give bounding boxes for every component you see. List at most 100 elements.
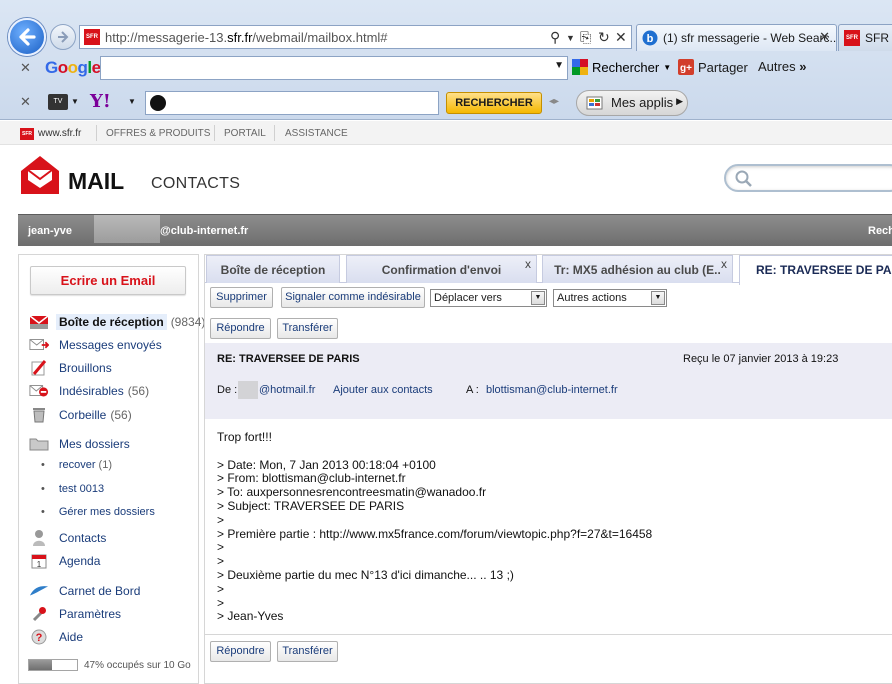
sidebar-item-my-folders[interactable]: Mes dossiers <box>29 434 130 454</box>
sfr-topbar: SFR www.sfr.fr OFFRES & PRODUITS PORTAIL… <box>0 121 892 145</box>
dropdown-icon[interactable]: ▼ <box>128 97 136 106</box>
tab-send-confirmation[interactable]: Confirmation d'envoi x <box>346 255 537 283</box>
user-email-prefix: jean-yve <box>28 225 73 237</box>
message-subject: RE: TRAVERSEE DE PARIS <box>217 353 360 365</box>
search-link[interactable]: Rech <box>868 225 892 237</box>
sfr-logo[interactable]: SFR <box>20 128 34 140</box>
calendar-icon: 1 <box>29 552 49 570</box>
other-actions-select[interactable]: Autres actions ▼ <box>553 289 667 307</box>
delete-button[interactable]: Supprimer <box>210 287 273 308</box>
close-toolbar-icon[interactable]: ✕ <box>20 94 31 110</box>
tab-inbox[interactable]: Boîte de réception <box>206 255 340 283</box>
from-label: De : <box>217 384 238 396</box>
refresh-icon[interactable]: ↻ <box>598 29 610 46</box>
forward-button-bottom[interactable]: Transférer <box>277 641 338 662</box>
browser-tab-label: (1) sfr messagerie - Web Searc... <box>663 31 837 45</box>
sidebar-item-contacts[interactable]: Contacts <box>29 528 106 548</box>
dropdown-icon[interactable]: ▼ <box>554 60 564 71</box>
message-date: Reçu le 07 janvier 2013 à 19:23 <box>683 353 839 365</box>
google-search-input[interactable]: ▼ <box>100 56 568 80</box>
google-colored-icon <box>572 59 588 75</box>
manage-folders-link[interactable]: • Gérer mes dossiers <box>41 506 155 518</box>
forward-button[interactable]: Transférer <box>277 318 338 339</box>
close-tab-icon[interactable]: ✕ <box>819 29 830 45</box>
logbook-icon <box>29 582 49 600</box>
tab-current-message[interactable]: RE: TRAVERSEE DE PARIS <box>739 255 892 285</box>
contacts-nav-link[interactable]: CONTACTS <box>151 175 240 193</box>
portal-link[interactable]: PORTAIL <box>224 128 266 139</box>
reply-button-bottom[interactable]: Répondre <box>210 641 271 662</box>
bing-icon: b <box>642 30 658 46</box>
compat-icon[interactable]: ⎘ <box>580 29 591 46</box>
sidebar-item-trash[interactable]: Corbeille (56) <box>29 405 132 425</box>
tv-icon[interactable]: TV <box>48 94 68 110</box>
contacts-icon <box>29 529 49 547</box>
folder-icon <box>29 435 49 453</box>
divider <box>205 634 892 635</box>
move-to-select[interactable]: Déplacer vers ▼ <box>430 289 547 307</box>
my-apps-button[interactable]: Mes applis ▶ <box>576 90 688 116</box>
quota-bar-fill <box>29 660 52 670</box>
svg-text:1: 1 <box>37 560 42 569</box>
arrow-right-icon <box>58 31 69 43</box>
spam-icon <box>29 382 49 400</box>
report-spam-button[interactable]: Signaler comme indésirable <box>281 287 425 308</box>
divider <box>214 125 215 141</box>
sidebar-item-drafts[interactable]: Brouillons <box>29 358 112 378</box>
compose-button[interactable]: Ecrire un Email <box>30 266 186 295</box>
reply-button[interactable]: Répondre <box>210 318 271 339</box>
sidebar-item-logbook[interactable]: Carnet de Bord <box>29 581 140 601</box>
dropdown-icon[interactable]: ▼ <box>71 97 79 106</box>
sidebar-item-help[interactable]: ? Aide <box>29 627 83 647</box>
back-button[interactable] <box>8 18 46 56</box>
browser-tab[interactable]: b (1) sfr messagerie - Web Searc... ✕ <box>636 24 837 51</box>
address-bar[interactable]: SFR http://messagerie-13.sfr.fr/webmail/… <box>79 25 632 49</box>
sidebar-item-inbox[interactable]: Boîte de réception (9834) <box>29 312 205 332</box>
share-button[interactable]: g+ Partager <box>678 59 748 75</box>
tab-mx5-membership[interactable]: Tr: MX5 adhésion au club (E.. x <box>542 255 733 283</box>
add-contact-link[interactable]: Ajouter aux contacts <box>333 384 433 396</box>
stop-icon[interactable]: ✕ <box>615 29 627 46</box>
close-tab-icon[interactable]: x <box>721 257 727 271</box>
from-address[interactable]: @hotmail.fr <box>259 384 315 396</box>
apps-icon <box>586 96 603 110</box>
mail-logo-icon[interactable] <box>20 155 60 195</box>
sfr-site-link[interactable]: www.sfr.fr <box>38 128 81 139</box>
to-address[interactable]: blottisman@club-internet.fr <box>486 384 618 396</box>
svg-text:b: b <box>647 33 654 45</box>
forward-button[interactable] <box>50 24 76 50</box>
yahoo-search-button[interactable]: RECHERCHER <box>446 92 542 114</box>
sidebar-item-settings[interactable]: Paramètres <box>29 604 121 624</box>
redacted-area <box>238 381 258 399</box>
close-tab-icon[interactable]: x <box>525 257 531 271</box>
yahoo-search-input[interactable] <box>145 91 439 115</box>
trash-icon <box>29 406 49 424</box>
to-label: A : <box>466 384 479 396</box>
more-button[interactable]: Autres » <box>758 59 806 74</box>
sidebar-item-calendar[interactable]: 1 Agenda <box>29 551 100 571</box>
mail-search-input[interactable] <box>724 164 892 192</box>
close-toolbar-icon[interactable]: ✕ <box>20 60 31 76</box>
dropdown-icon[interactable]: ▼ <box>566 33 575 43</box>
sidebar-item-spam[interactable]: Indésirables (56) <box>29 381 149 401</box>
sent-icon <box>29 336 49 354</box>
assistance-link[interactable]: ASSISTANCE <box>285 128 348 139</box>
google-toolbar: ✕ Google ▼ Rechercher ▼ g+ Partager Autre… <box>0 53 892 85</box>
sidebar-item-sent[interactable]: Messages envoyés <box>29 335 162 355</box>
sidebar: Ecrire un Email Boîte de réception (9834)… <box>18 254 205 684</box>
page-title[interactable]: MAIL <box>68 168 124 195</box>
subfolder-item[interactable]: • recover (1) <box>41 459 112 471</box>
yahoo-logo[interactable]: Y! <box>90 91 111 112</box>
offers-link[interactable]: OFFRES & PRODUITS <box>106 128 210 139</box>
address-url: http://messagerie-13.sfr.fr/webmail/mail… <box>105 30 388 45</box>
resize-handle-icon[interactable]: ◂▸ <box>549 96 559 107</box>
browser-tab-label: SFR M <box>865 31 892 45</box>
browser-tab[interactable]: SFR SFR M <box>838 24 892 51</box>
user-bar: jean-yve @club-internet.fr Rech <box>18 214 892 246</box>
chevron-right-icon: ▶ <box>676 96 683 106</box>
search-icon <box>150 95 166 111</box>
google-search-button[interactable]: Rechercher ▼ <box>572 59 671 75</box>
search-icon[interactable]: ⚲ <box>550 29 560 46</box>
subfolder-item[interactable]: • test 0013 <box>41 483 104 495</box>
search-icon <box>735 170 752 187</box>
